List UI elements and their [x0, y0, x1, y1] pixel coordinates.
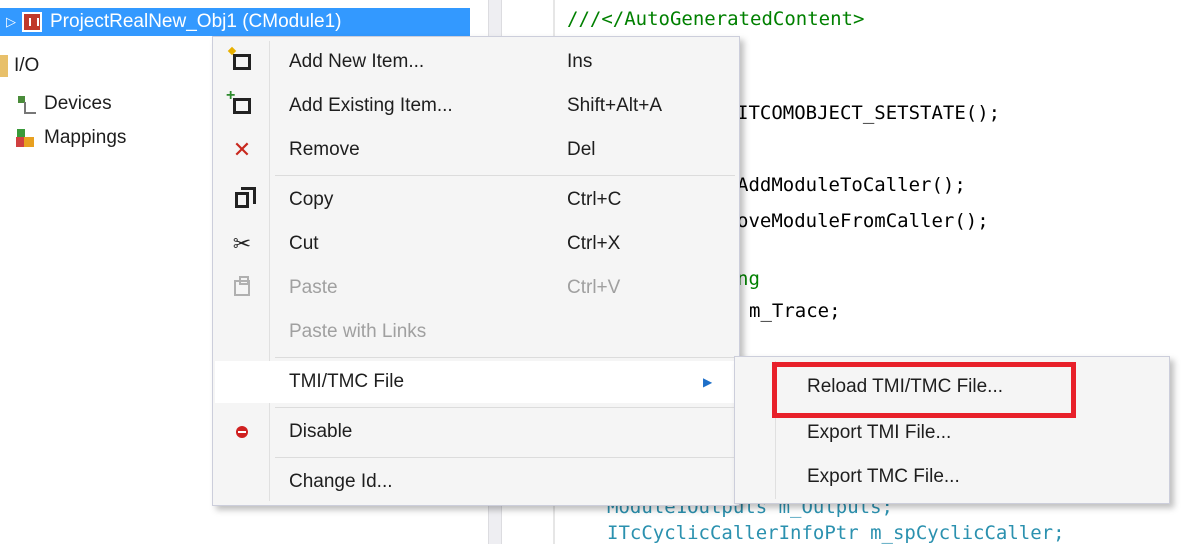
tree-item-io[interactable]: I/O: [0, 52, 39, 80]
submenu-item-export-tmc[interactable]: Export TMC File...: [737, 455, 1167, 499]
code-line: ITcCyclicCallerInfoPtr m_spCyclicCaller;: [607, 522, 1065, 544]
menu-item-remove[interactable]: ✕ Remove Del: [215, 129, 737, 171]
menu-item-label: Paste with Links: [289, 321, 427, 342]
tree-item-label: Mappings: [44, 127, 127, 148]
code-line: m_Trace;: [749, 300, 841, 322]
menu-item-tmi-tmc-file[interactable]: TMI/TMC File ▶: [215, 361, 737, 403]
remove-icon: ✕: [232, 137, 252, 162]
menu-item-copy[interactable]: Copy Ctrl+C: [215, 179, 737, 221]
menu-item-label: Add Existing Item...: [289, 95, 453, 116]
code-line: ///</AutoGeneratedContent>: [567, 8, 865, 30]
menu-item-shortcut: Ctrl+V: [567, 277, 621, 298]
menu-item-shortcut: Ins: [567, 51, 593, 72]
menu-item-shortcut: Ctrl+C: [567, 189, 622, 210]
menu-item-label: Export TMI File...: [807, 422, 952, 443]
menu-item-paste-with-links[interactable]: Paste with Links: [215, 311, 737, 353]
paste-icon: [229, 275, 255, 301]
tree-item-label: Devices: [44, 93, 112, 114]
menu-item-add-existing-item[interactable]: Add Existing Item... Shift+Alt+A: [215, 85, 737, 127]
menu-separator: [275, 357, 735, 358]
module-icon: [22, 12, 42, 32]
code-line: ITCOMOBJECT_SETSTATE();: [737, 102, 1001, 124]
submenu-arrow-icon: ▶: [703, 375, 713, 389]
menu-item-label: Cut: [289, 233, 319, 254]
menu-item-paste[interactable]: Paste Ctrl+V: [215, 267, 737, 309]
menu-item-label: Change Id...: [289, 471, 393, 492]
menu-item-label: Remove: [289, 139, 360, 160]
menu-item-shortcut: Ctrl+X: [567, 233, 621, 254]
menu-item-disable[interactable]: Disable: [215, 411, 737, 453]
menu-item-label: Disable: [289, 421, 353, 442]
menu-item-label: Paste: [289, 277, 338, 298]
tree-item-module[interactable]: ▷ ProjectRealNew_Obj1 (CModule1): [0, 8, 470, 36]
menu-item-label: Copy: [289, 189, 334, 210]
add-new-item-icon: [229, 49, 255, 75]
menu-item-add-new-item[interactable]: Add New Item... Ins: [215, 41, 737, 83]
copy-icon: [229, 187, 256, 213]
code-line: AddModuleToCaller();: [737, 174, 966, 196]
menu-item-cut[interactable]: ✂ Cut Ctrl+X: [215, 223, 737, 265]
code-line: ng: [737, 268, 760, 290]
menu-item-change-id[interactable]: Change Id...: [215, 461, 737, 503]
tree-item-label: ProjectRealNew_Obj1 (CModule1): [50, 11, 342, 32]
highlight-annotation-box: [772, 362, 1076, 418]
menu-item-label: TMI/TMC File: [289, 371, 405, 392]
menu-item-label: Export TMC File...: [807, 466, 960, 487]
io-folder-icon: [0, 55, 8, 77]
expand-arrow-icon[interactable]: ▷: [0, 14, 22, 30]
code-line: oveModuleFromCaller();: [737, 210, 989, 232]
menu-separator: [275, 175, 735, 176]
context-menu: Add New Item... Ins Add Existing Item...…: [212, 36, 740, 506]
menu-item-label: Add New Item...: [289, 51, 425, 72]
cut-icon: ✂: [232, 231, 252, 256]
mappings-icon: [16, 128, 36, 148]
tree-item-mappings[interactable]: Mappings: [16, 124, 126, 152]
tree-item-label: I/O: [14, 55, 40, 76]
menu-separator: [275, 457, 735, 458]
disable-icon: [229, 419, 255, 445]
menu-separator: [275, 407, 735, 408]
devices-icon: [16, 94, 36, 114]
add-existing-item-icon: [226, 87, 255, 119]
menu-item-shortcut: Shift+Alt+A: [567, 95, 663, 116]
tree-item-devices[interactable]: Devices: [16, 90, 112, 118]
menu-item-shortcut: Del: [567, 139, 596, 160]
